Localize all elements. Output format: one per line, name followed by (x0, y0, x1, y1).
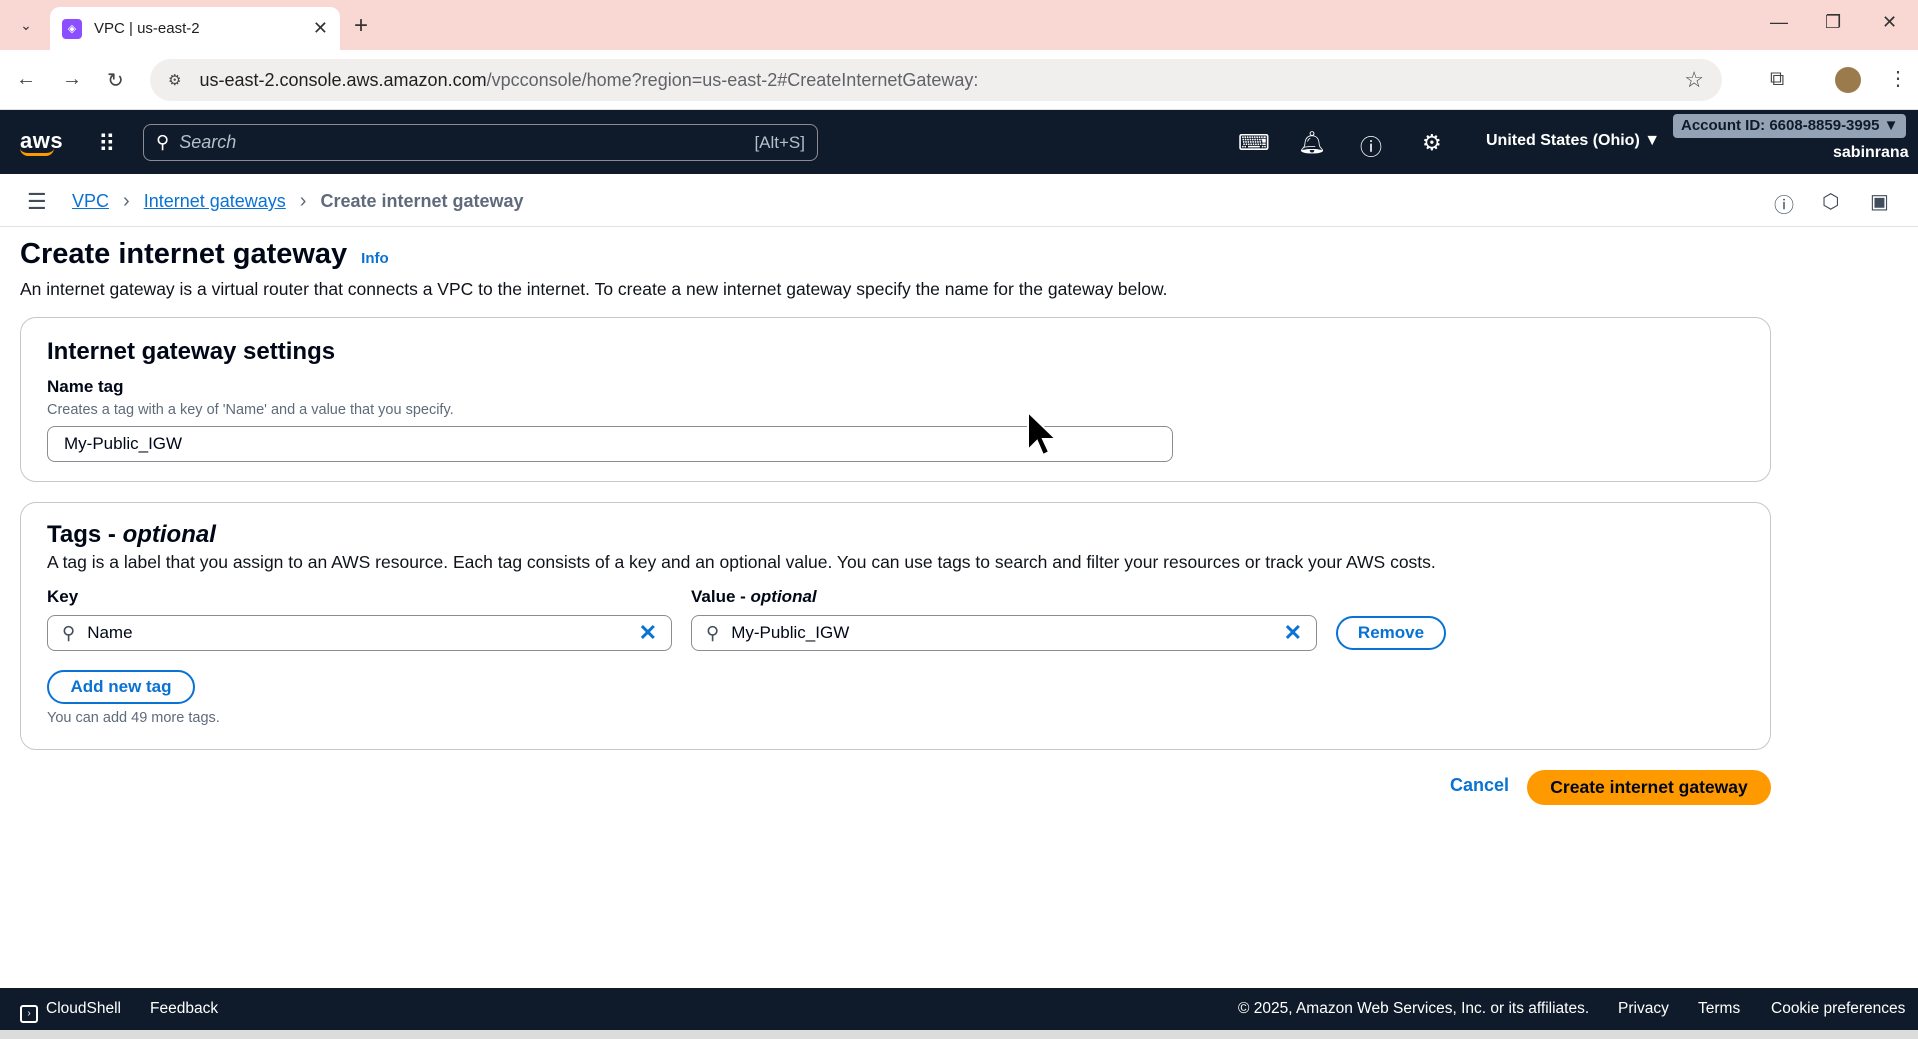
remaining-tags-note: You can add 49 more tags. (47, 710, 220, 726)
clear-value-icon[interactable]: ✕ (1284, 620, 1302, 646)
feedback-link[interactable]: Feedback (150, 1000, 218, 1018)
tag-key-value: Name (87, 623, 133, 642)
search-placeholder: Search (179, 132, 237, 152)
cloudshell-icon: › (20, 1005, 38, 1023)
cancel-button[interactable]: Cancel (1450, 775, 1509, 796)
search-input[interactable]: ⚲ Search [Alt+S] (143, 124, 818, 161)
cloudshell-link[interactable]: › CloudShell (20, 1000, 121, 1023)
tab-search-icon[interactable]: ⌄ (14, 13, 38, 37)
value-label: Value - optional (691, 587, 817, 606)
user-name[interactable]: sabinrana (1833, 144, 1909, 162)
add-new-tag-button[interactable]: Add new tag (47, 670, 195, 704)
page-header: Create internet gateway Info (20, 238, 389, 271)
name-tag-label: Name tag (47, 377, 124, 396)
restore-icon[interactable]: ❐ (1825, 12, 1841, 33)
help-icon[interactable]: ⓘ (1360, 130, 1382, 162)
remove-tag-button[interactable]: Remove (1336, 616, 1446, 650)
cloudshell-icon[interactable]: ⌨ (1238, 130, 1270, 156)
aws-logo[interactable]: aws (20, 128, 63, 156)
name-tag-value: My-Public_IGW (64, 434, 183, 453)
cookie-preferences-link[interactable]: Cookie preferences (1771, 1000, 1905, 1018)
search-icon: ⚲ (62, 622, 76, 643)
browser-tab-bar: ⌄ ◈ VPC | us-east-2 ✕ + — ❐ ✕ (0, 0, 1918, 50)
info-panel-icon[interactable]: ⓘ (1774, 189, 1794, 218)
breadcrumb-current: Create internet gateway (320, 191, 524, 211)
breadcrumb-internet-gateways[interactable]: Internet gateways (144, 191, 286, 212)
mouse-cursor-icon (1027, 410, 1059, 457)
tags-description: A tag is a label that you assign to an A… (47, 552, 1436, 572)
bookmark-star-icon[interactable]: ☆ (1684, 67, 1704, 93)
tab-title: VPC | us-east-2 (94, 20, 200, 37)
search-icon: ⚲ (156, 132, 170, 152)
chevron-right-icon: › (123, 190, 130, 212)
bottom-strip (0, 1030, 1918, 1039)
breadcrumb: VPC › Internet gateways › Create interne… (72, 190, 524, 213)
settings-gear-icon[interactable]: ⚙ (1422, 130, 1442, 156)
info-link[interactable]: Info (361, 250, 389, 267)
new-tab-icon[interactable]: + (354, 12, 368, 40)
create-internet-gateway-button[interactable]: Create internet gateway (1527, 770, 1771, 805)
account-id-badge[interactable]: Account ID: 6608-8859-3995 ▼ (1673, 114, 1907, 138)
tag-value-value: My-Public_IGW (731, 623, 850, 642)
browser-tab[interactable]: ◈ VPC | us-east-2 ✕ (50, 7, 340, 50)
breadcrumb-vpc[interactable]: VPC (72, 191, 109, 212)
back-icon[interactable]: ← (16, 68, 36, 91)
vpc-favicon-icon: ◈ (62, 18, 82, 39)
tag-key-input[interactable]: ⚲ Name ✕ (47, 615, 672, 651)
notifications-bell-icon[interactable]: 🔔︎ (1298, 130, 1326, 156)
tag-value-input[interactable]: ⚲ My-Public_IGW ✕ (691, 615, 1317, 651)
search-shortcut: [Alt+S] (754, 132, 805, 152)
page-description: An internet gateway is a virtual router … (20, 279, 1168, 299)
region-selector[interactable]: United States (Ohio) ▼ (1486, 132, 1660, 150)
security-icon[interactable]: ⬡ (1822, 189, 1839, 214)
minimize-icon[interactable]: — (1770, 12, 1788, 33)
side-nav-menu-icon[interactable]: ☰ (27, 189, 47, 215)
chevron-right-icon: › (299, 190, 307, 212)
key-label: Key (47, 587, 79, 606)
browser-menu-icon[interactable]: ⋮ (1888, 66, 1908, 91)
breadcrumb-bar: ☰ VPC › Internet gateways › Create inter… (0, 174, 1918, 227)
profile-avatar[interactable] (1835, 67, 1861, 93)
site-info-icon[interactable]: ⚙ (168, 71, 181, 89)
extensions-icon[interactable]: ⧉ (1770, 68, 1784, 91)
internet-gateway-settings-panel: Internet gateway settings Name tag Creat… (20, 317, 1771, 482)
aws-top-nav: aws ⠿ ⚲ Search [Alt+S] ⌨ 🔔︎ ⓘ ⚙ United S… (0, 110, 1918, 174)
privacy-link[interactable]: Privacy (1618, 1000, 1669, 1018)
name-tag-input[interactable]: My-Public_IGW (47, 426, 1173, 462)
address-bar: ← → ↻ ⚙ us-east-2.console.aws.amazon.com… (0, 50, 1918, 110)
url-omnibox[interactable]: ⚙ us-east-2.console.aws.amazon.com/vpcco… (150, 59, 1722, 101)
tags-panel-title: Tags - optional (47, 521, 216, 548)
display-settings-icon[interactable]: ▣ (1870, 189, 1889, 214)
tags-panel: Tags - optional A tag is a label that yo… (20, 502, 1771, 750)
reload-icon[interactable]: ↻ (107, 68, 124, 93)
terms-link[interactable]: Terms (1698, 1000, 1740, 1018)
panel-title: Internet gateway settings (47, 338, 336, 365)
page-title: Create internet gateway (20, 238, 348, 270)
url-text[interactable]: us-east-2.console.aws.amazon.com/vpccons… (199, 70, 1684, 91)
copyright-text: © 2025, Amazon Web Services, Inc. or its… (1238, 1000, 1590, 1017)
console-footer: › CloudShell Feedback © 2025, Amazon Web … (0, 988, 1918, 1030)
search-icon: ⚲ (706, 622, 720, 643)
name-tag-description: Creates a tag with a key of 'Name' and a… (47, 402, 454, 418)
window-close-icon[interactable]: ✕ (1882, 12, 1897, 33)
forward-icon[interactable]: → (62, 68, 82, 91)
clear-key-icon[interactable]: ✕ (639, 620, 657, 646)
tab-close-icon[interactable]: ✕ (313, 18, 328, 39)
services-grid-icon[interactable]: ⠿ (98, 130, 116, 159)
